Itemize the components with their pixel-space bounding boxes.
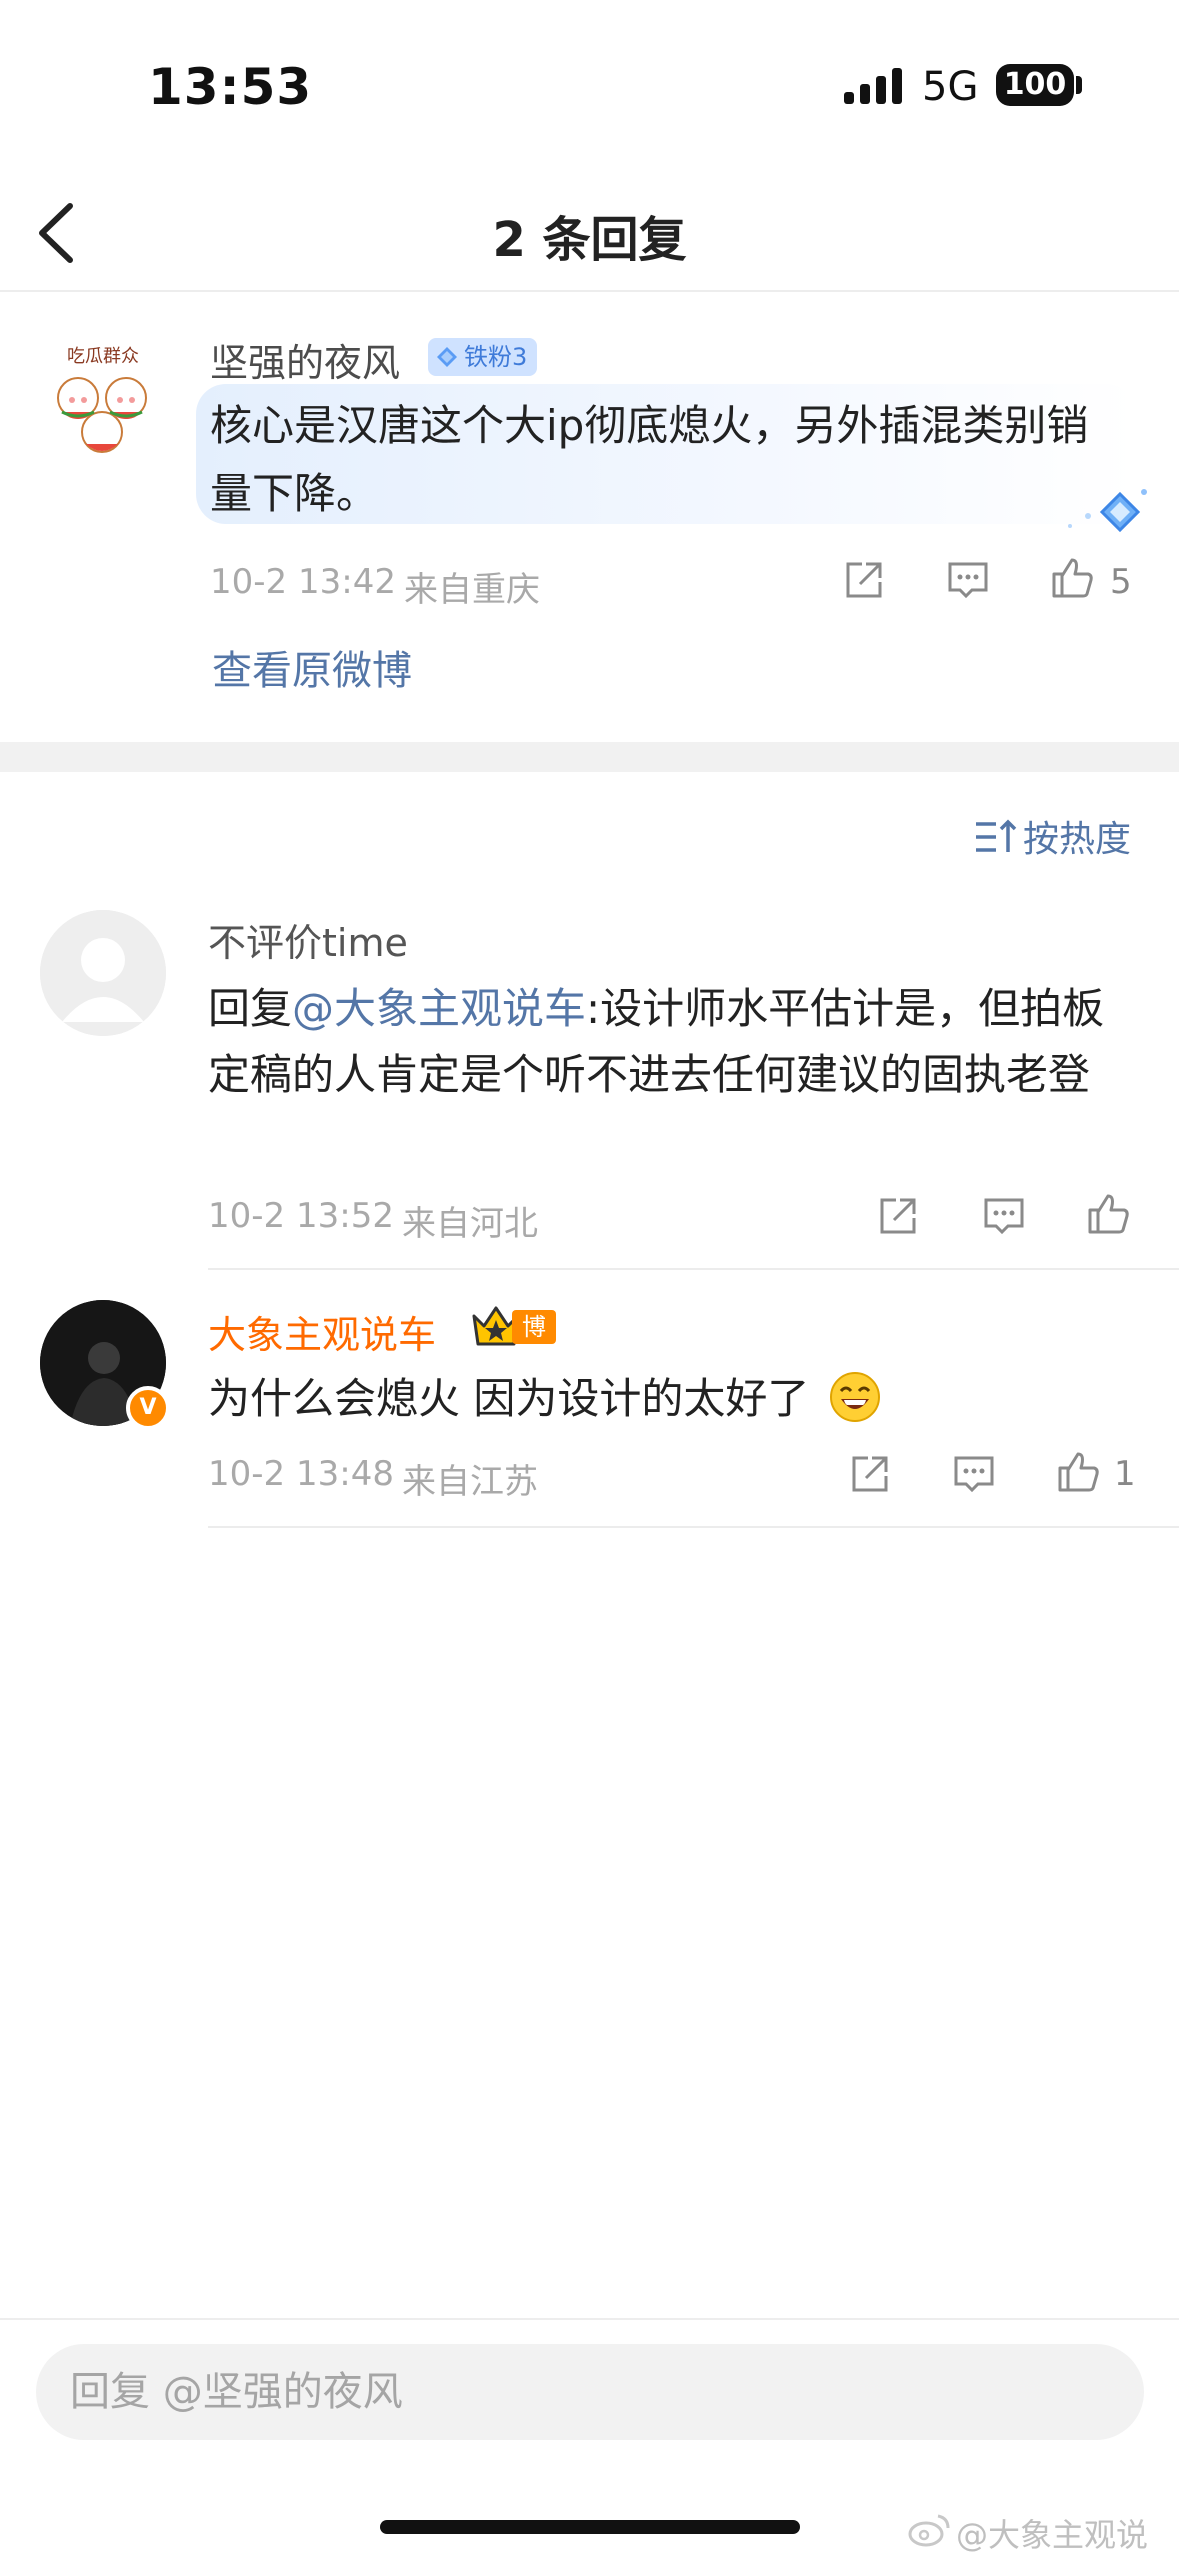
reply-separator: [208, 1526, 1179, 1528]
signal-icon: [844, 68, 902, 104]
reply-item: V 大象主观说车 博主 为什么会熄火 因为设计的太好了 10-2 13:48 来…: [0, 1270, 1179, 1530]
svg-text:吃瓜群众: 吃瓜群众: [67, 346, 139, 367]
reply-text: 回复@大象主观说车:设计师水平估计是，但拍板定稿的人肯定是个听不进去任何建议的固…: [208, 976, 1128, 1108]
view-original-link[interactable]: 查看原微博: [212, 638, 412, 696]
comment-timestamp: 10-2 13:42: [210, 562, 396, 602]
reply-item: 不评价time 回复@大象主观说车:设计师水平估计是，但拍板定稿的人肯定是个听不…: [0, 900, 1179, 1270]
laughing-emoji-icon: [829, 1372, 880, 1422]
like-count: 1: [1114, 1454, 1136, 1494]
avatar[interactable]: 吃瓜群众: [38, 336, 168, 466]
home-indicator: [380, 2520, 800, 2534]
status-time: 13:53: [148, 58, 313, 116]
page-title: 2 条回复: [492, 212, 687, 268]
reply-prefix: 回复: [208, 984, 293, 1033]
sort-by-hot-button[interactable]: 按热度: [1023, 810, 1131, 862]
comment-location: 来自重庆: [404, 570, 540, 610]
root-comment: 吃瓜群众 坚强的夜风 铁粉3 核心是汉唐这个大ip彻底熄火，另外插混类别销量下降…: [0, 292, 1179, 742]
mention-link[interactable]: @大象主观说车: [292, 984, 586, 1033]
section-divider: [0, 742, 1179, 772]
network-type: 5G: [922, 64, 979, 110]
status-bar: 13:53 5G 100: [0, 0, 1179, 170]
username[interactable]: 大象主观说车: [208, 1304, 436, 1359]
fan-badge[interactable]: 铁粉3: [428, 338, 538, 376]
battery-tip: [1076, 76, 1082, 94]
like-icon[interactable]: [1048, 554, 1096, 602]
reply-text: 为什么会熄火 因为设计的太好了: [208, 1366, 1128, 1432]
reply-location: 来自河北: [402, 1204, 538, 1244]
weibo-logo-icon: [908, 2514, 950, 2547]
like-icon[interactable]: [1054, 1448, 1102, 1496]
watermark: @大象主观说车: [956, 2516, 1149, 2554]
blogger-tag: 博主: [512, 1310, 556, 1375]
sort-icon[interactable]: [974, 818, 1018, 856]
like-count: 5: [1110, 562, 1132, 602]
bottom-bar: @大象主观说车: [0, 2318, 1179, 2556]
sparkle-diamond-icon: [1068, 489, 1147, 533]
battery-icon: 100: [996, 64, 1074, 106]
reply-timestamp: 10-2 13:48: [208, 1454, 394, 1494]
username[interactable]: 不评价time: [208, 912, 408, 967]
reply-body: 为什么会熄火 因为设计的太好了: [208, 1374, 810, 1423]
share-icon[interactable]: [874, 1192, 922, 1240]
share-icon[interactable]: [840, 556, 888, 604]
reply-timestamp: 10-2 13:52: [208, 1196, 394, 1236]
comment-text: 核心是汉唐这个大ip彻底熄火，另外插混类别销量下降。: [210, 401, 1089, 518]
fan-badge-label: 铁粉3: [464, 343, 528, 371]
verified-badge-icon: V: [126, 1386, 170, 1430]
avatar-illustration: 吃瓜群众: [38, 336, 168, 466]
default-avatar-icon: [40, 910, 166, 1036]
nav-bar: 2 条回复: [0, 170, 1179, 292]
username[interactable]: 坚强的夜风: [210, 332, 400, 387]
reply-location: 来自江苏: [402, 1462, 538, 1502]
like-icon[interactable]: [1084, 1190, 1132, 1238]
reply-input[interactable]: [36, 2344, 1144, 2440]
comment-icon[interactable]: [950, 1450, 998, 1498]
avatar[interactable]: [40, 910, 166, 1036]
diamond-icon: [437, 347, 457, 367]
share-icon[interactable]: [846, 1450, 894, 1498]
comment-icon[interactable]: [980, 1192, 1028, 1240]
comment-icon[interactable]: [944, 556, 992, 604]
